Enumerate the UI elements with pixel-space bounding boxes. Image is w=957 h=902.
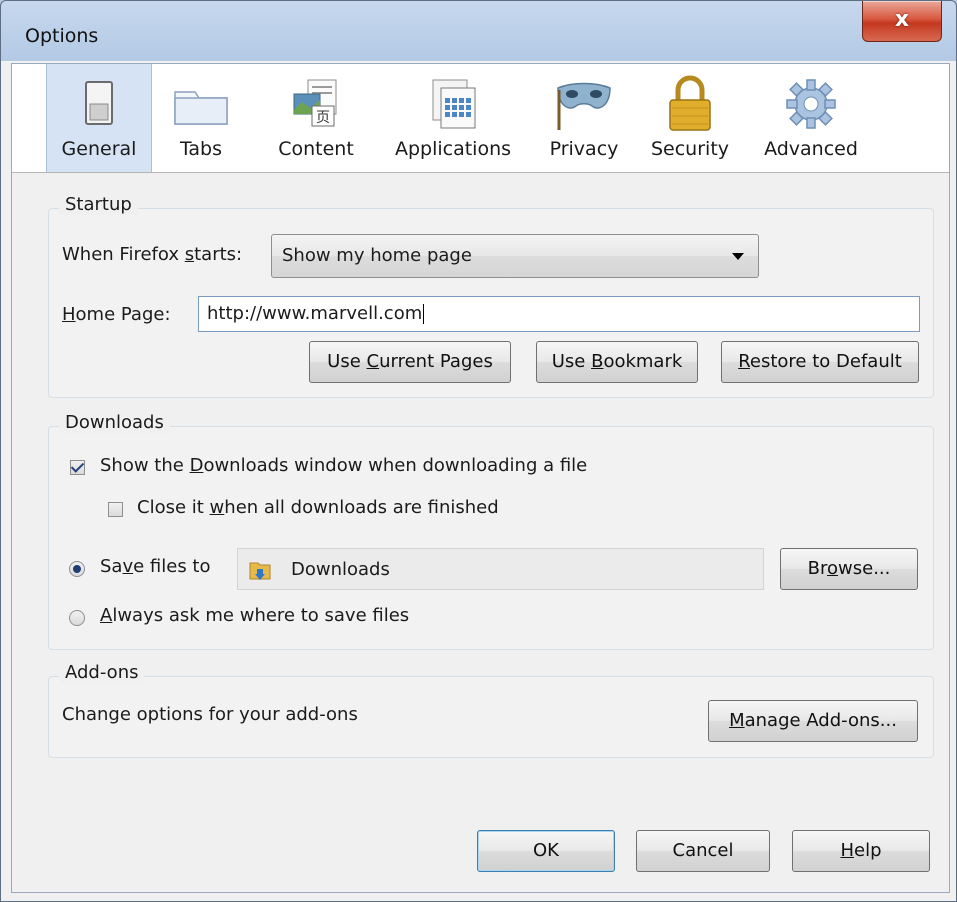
home-page-value: http://www.marvell.com [207,303,423,324]
tab-privacy-label: Privacy [549,138,619,160]
startup-group-title: Startup [59,194,138,215]
close-when-done-label: Close it when all downloads are finished [137,497,499,518]
pane-toolbar: General Tabs 页 Content Applications Priv… [12,64,949,173]
download-folder-field: Downloads [237,548,764,590]
lock-icon [669,75,711,131]
addons-group-title: Add-ons [59,662,145,683]
gear-icon [786,79,836,129]
save-files-label: Save files to [100,556,211,577]
chevron-down-icon [732,253,744,260]
use-current-pages-button[interactable]: Use Current Pages [309,341,511,383]
tab-applications[interactable]: Applications [382,64,524,172]
svg-text:页: 页 [316,110,330,126]
when-starts-label: When Firefox starts: [62,244,243,265]
tab-applications-label: Applications [394,138,512,160]
addons-description: Change options for your add-ons [62,704,358,725]
always-ask-radio[interactable] [69,610,85,626]
switch-icon [85,81,113,125]
tab-security[interactable]: Security [644,64,736,172]
tab-content[interactable]: 页 Content [267,64,365,172]
text-caret [423,304,425,324]
use-bookmark-button[interactable]: Use Bookmark [536,341,698,383]
tab-privacy[interactable]: Privacy [540,64,628,172]
applications-icon [432,79,476,129]
help-button[interactable]: Help [792,830,930,872]
when-starts-select[interactable]: Show my home page [271,234,759,278]
home-page-input[interactable]: http://www.marvell.com [198,296,920,332]
browse-button[interactable]: Browse... [780,548,918,590]
options-client-area: General Tabs 页 Content Applications Priv… [11,63,950,893]
tab-content-label: Content [278,138,354,160]
folder-download-icon [249,562,271,580]
manage-addons-button[interactable]: Manage Add-ons... [708,700,918,742]
save-files-radio[interactable] [69,561,85,577]
close-when-done-checkbox[interactable] [108,502,123,517]
mask-icon [557,82,611,130]
restore-default-button[interactable]: Restore to Default [721,341,919,383]
tab-security-label: Security [650,138,730,160]
tabs-icon [174,91,228,125]
tab-tabs-label: Tabs [179,138,223,160]
options-window: Options x General Tabs 页 Content Applica… [0,0,957,902]
tab-tabs[interactable]: Tabs [160,64,242,172]
downloads-group-title: Downloads [59,412,170,433]
close-button[interactable]: x [862,1,942,42]
show-downloads-checkbox[interactable] [70,460,85,475]
download-folder-name: Downloads [291,559,390,580]
tab-advanced[interactable]: Advanced [756,64,866,172]
tab-general-label: General [61,138,137,160]
tab-advanced-label: Advanced [764,138,858,160]
cancel-button[interactable]: Cancel [636,830,770,872]
always-ask-label: Always ask me where to save files [100,605,410,626]
title-bar: Options x [1,1,956,63]
tab-general[interactable]: General [46,64,152,172]
ok-button[interactable]: OK [477,830,615,872]
close-icon: x [894,7,910,32]
show-downloads-label: Show the Downloads window when downloadi… [100,455,588,476]
home-page-label: Home Page: [62,304,171,325]
window-title: Options [25,25,99,47]
content-icon: 页 [293,79,337,127]
when-starts-value: Show my home page [282,245,472,266]
